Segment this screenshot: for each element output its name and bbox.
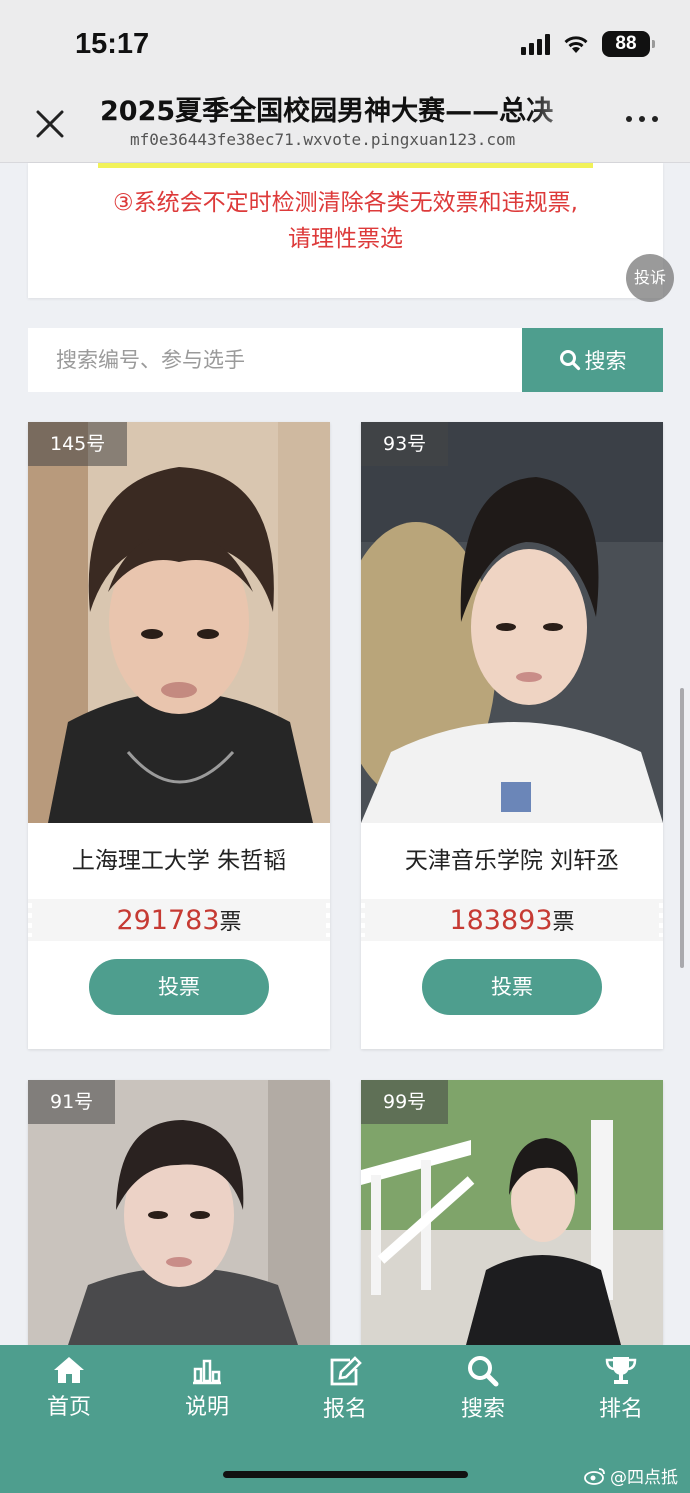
contestant-card: 99号 — [361, 1080, 663, 1345]
search-button-label: 搜索 — [584, 349, 627, 373]
tab-search[interactable]: 搜索 — [428, 1355, 538, 1425]
contestant-card: 93号 天津音乐学院 刘轩丞 183893票 投票 — [361, 422, 663, 1049]
cellular-signal-icon — [521, 33, 550, 55]
vote-count: 183893 — [449, 905, 553, 936]
tab-label: 搜索 — [460, 1397, 505, 1422]
trophy-icon — [605, 1357, 637, 1384]
tab-label: 首页 — [46, 1395, 91, 1420]
notice-highlight — [98, 163, 593, 168]
scrollbar[interactable] — [680, 688, 684, 968]
tab-ranking[interactable]: 排名 — [566, 1355, 676, 1425]
search-input[interactable] — [28, 328, 522, 392]
contestant-number: 93号 — [361, 422, 449, 466]
chart-icon — [193, 1359, 221, 1385]
notice-card: ③系统会不定时检测清除各类无效票和违规票, 请理性票选 — [28, 163, 663, 298]
contestant-photo-image — [28, 422, 330, 823]
contestant-number: 145号 — [28, 422, 128, 466]
edit-icon — [330, 1356, 362, 1386]
page-title-wrap: 2025夏季全国校园男神大赛——总决 — [100, 92, 590, 132]
more-options-icon[interactable] — [626, 116, 658, 122]
contestant-photo[interactable]: 145号 — [28, 422, 330, 823]
watermark-text: @四点抵 — [610, 1468, 678, 1488]
vote-button[interactable]: 投票 — [89, 959, 269, 1015]
contestant-photo[interactable]: 99号 — [361, 1080, 663, 1345]
wifi-icon — [564, 36, 588, 53]
search-icon — [468, 1356, 499, 1387]
vote-button[interactable]: 投票 — [422, 959, 602, 1015]
page-title: 2025夏季全国校园男神大赛——总决 — [100, 96, 554, 127]
report-button[interactable]: 投诉 — [626, 254, 674, 302]
notice-text: ③系统会不定时检测清除各类无效票和违规票, 请理性票选 — [28, 185, 663, 257]
vote-unit: 票 — [219, 910, 242, 935]
search-icon — [559, 350, 580, 371]
contestant-photo[interactable]: 91号 — [28, 1080, 330, 1345]
search-bar: 搜索 — [28, 328, 663, 392]
status-time: 15:17 — [75, 28, 150, 60]
contestant-card: 145号 上海理工大学 朱哲韬 291783票 投票 — [28, 422, 330, 1049]
home-indicator[interactable] — [223, 1471, 468, 1478]
vote-total: 183893票 — [361, 899, 663, 941]
status-bar: 15:17 88 — [0, 0, 690, 86]
status-icons: 88 — [521, 31, 655, 57]
contestant-number: 99号 — [361, 1080, 449, 1124]
notice-line-2: 请理性票选 — [288, 226, 403, 252]
contestant-photo-image — [361, 422, 663, 823]
contestant-name: 上海理工大学 朱哲韬 — [71, 848, 287, 874]
notice-line-1: ③系统会不定时检测清除各类无效票和违规票, — [113, 190, 578, 216]
contestant-photo[interactable]: 93号 — [361, 422, 663, 823]
tab-instructions[interactable]: 说明 — [152, 1355, 262, 1425]
weibo-logo-icon — [584, 1467, 605, 1485]
tab-label: 排名 — [598, 1397, 643, 1422]
close-icon[interactable] — [32, 106, 68, 142]
contestant-number: 91号 — [28, 1080, 116, 1124]
home-icon — [54, 1357, 84, 1383]
watermark: @四点抵 — [584, 1463, 678, 1488]
page-url: mf0e36443fe38ec71.wxvote.pingxuan123.com — [130, 130, 516, 149]
tab-label: 报名 — [322, 1397, 367, 1422]
vote-unit: 票 — [552, 910, 575, 935]
contestant-name: 天津音乐学院 刘轩丞 — [404, 848, 620, 874]
contestant-card: 91号 — [28, 1080, 330, 1345]
nav-header: 2025夏季全国校园男神大赛——总决 mf0e36443fe38ec71.wxv… — [0, 86, 690, 163]
tab-label: 说明 — [184, 1395, 229, 1420]
battery-icon: 88 — [602, 31, 655, 57]
vote-total: 291783票 — [28, 899, 330, 941]
tab-register[interactable]: 报名 — [290, 1355, 400, 1425]
search-button[interactable]: 搜索 — [522, 328, 663, 392]
vote-count: 291783 — [116, 905, 220, 936]
tab-home[interactable]: 首页 — [14, 1355, 124, 1425]
